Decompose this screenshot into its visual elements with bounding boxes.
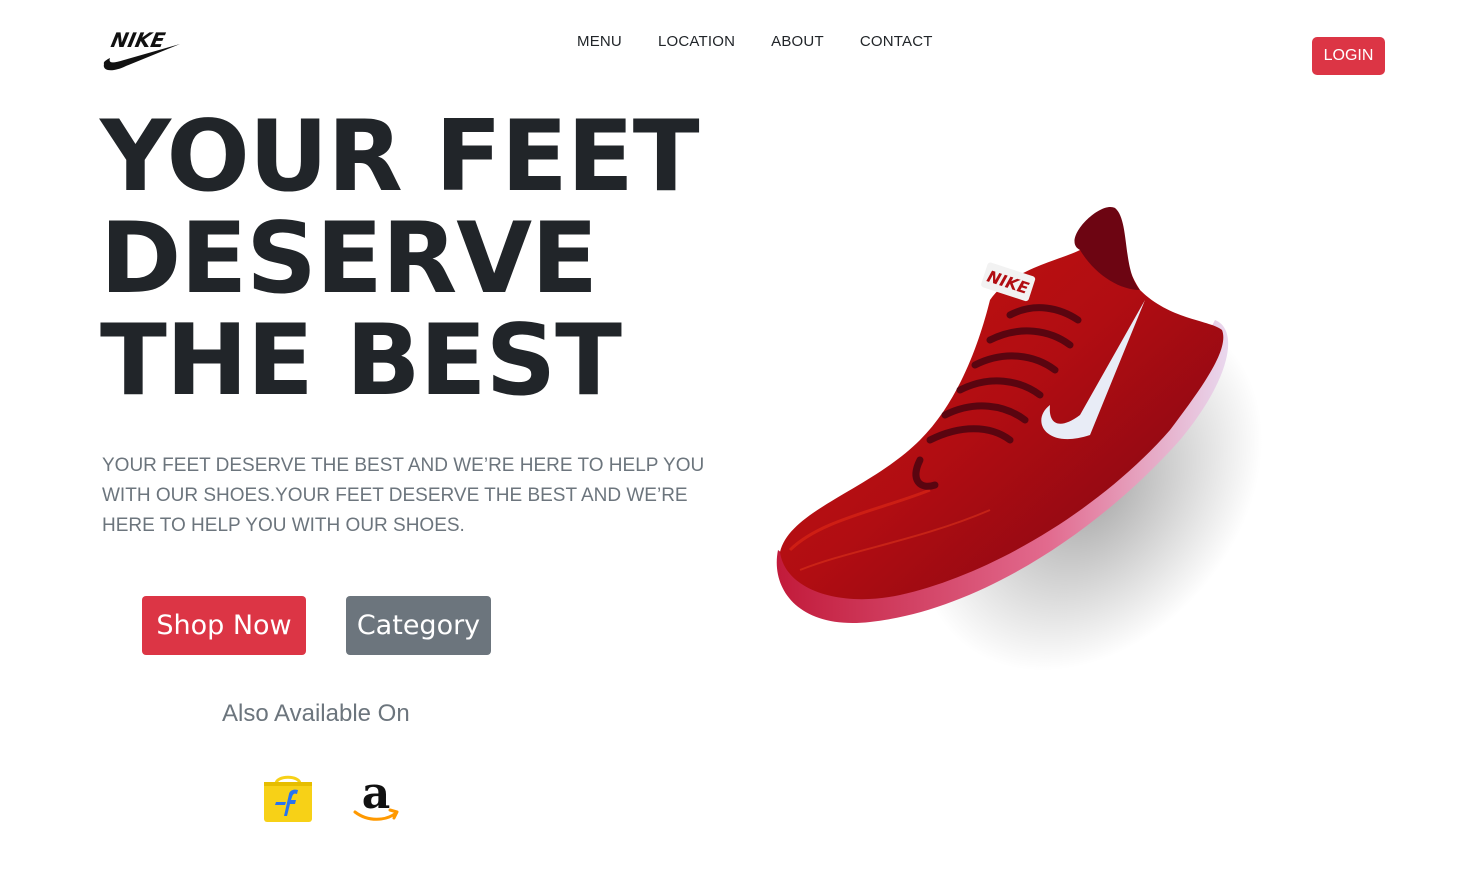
flipkart-icon	[264, 775, 312, 822]
logo-text: NIKE	[109, 28, 168, 52]
headline-line-2: DESERVE	[100, 202, 598, 316]
shop-now-button[interactable]: Shop Now	[142, 596, 306, 655]
main-nav: MENU LOCATION ABOUT CONTACT	[577, 33, 969, 51]
amazon-icon: a	[353, 770, 399, 821]
svg-text:a: a	[362, 770, 391, 819]
red-running-shoe-image: NIKE	[776, 206, 1263, 672]
also-available-label: Also Available On	[222, 700, 410, 727]
nav-item-about[interactable]: ABOUT	[771, 33, 824, 51]
nav-item-location[interactable]: LOCATION	[658, 33, 735, 51]
amazon-link[interactable]: a	[350, 770, 402, 824]
product-shoe-image: NIKE	[760, 190, 1300, 680]
nike-swoosh-logo-icon: NIKE	[103, 28, 180, 71]
hero-headline: YOUR FEET DESERVE THE BEST	[100, 106, 760, 412]
headline-line-1: YOUR FEET	[100, 100, 700, 214]
headline-line-3: THE BEST	[100, 304, 622, 418]
flipkart-link[interactable]	[262, 770, 314, 824]
nav-item-contact[interactable]: CONTACT	[860, 33, 933, 51]
hero-description: YOUR FEET DESERVE THE BEST AND WE’RE HER…	[102, 455, 705, 536]
category-button[interactable]: Category	[346, 596, 491, 655]
nav-item-menu[interactable]: MENU	[577, 33, 622, 51]
login-button[interactable]: LOGIN	[1312, 37, 1385, 75]
nike-logo[interactable]: NIKE	[100, 28, 182, 74]
